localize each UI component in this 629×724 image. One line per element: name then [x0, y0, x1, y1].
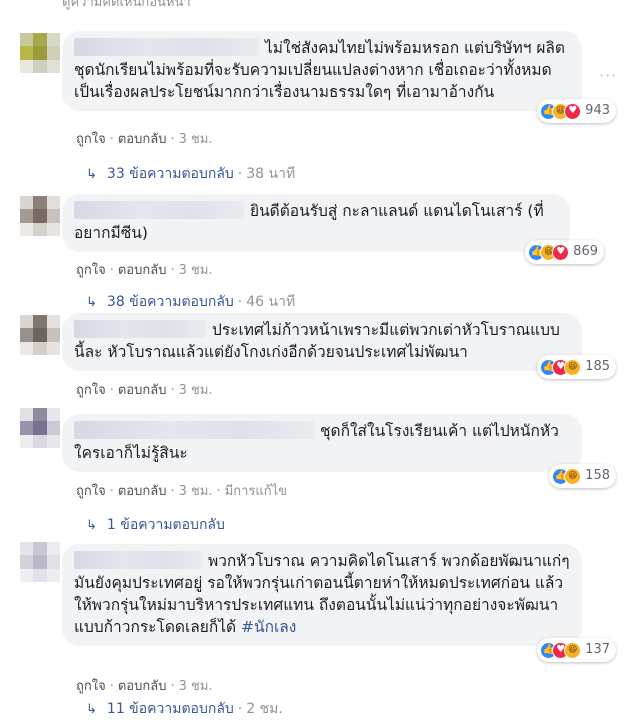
top-cutoff-text[interactable]: ดูความคิดเห็นก่อนหน้า [62, 0, 191, 12]
reply-button[interactable]: ตอบกลับ [118, 383, 167, 398]
love-icon: ♥ [564, 102, 582, 120]
comment-bubble: ประเทศไม่ก้าวหน้าเพราะมีแต่พวกเต่าหัวโบร… [62, 313, 616, 379]
more-options-icon[interactable]: ··· [599, 66, 617, 85]
reaction-summary[interactable]: 👍 ♥ 😆 137 [537, 638, 616, 662]
reply-button[interactable]: ตอบกลับ [118, 132, 167, 147]
reply-button[interactable]: ตอบกลับ [118, 484, 167, 499]
like-button[interactable]: ถูกใจ [76, 679, 106, 694]
avatar[interactable] [20, 542, 60, 582]
commenter-name[interactable] [74, 38, 259, 56]
comment-time[interactable]: 3 ชม. [179, 263, 213, 278]
haha-icon: 😆 [564, 467, 582, 485]
view-replies-link[interactable]: ↳ 1 ข้อความตอบกลับ [86, 514, 225, 536]
avatar[interactable] [20, 33, 60, 73]
view-replies-link[interactable]: ↳ 38 ข้อความตอบกลับ · 46 นาที [86, 291, 295, 313]
haha-icon: 😆 [564, 358, 582, 376]
comment-actions: ถูกใจ · ตอบกลับ · 3 ชม. [76, 263, 213, 278]
like-button[interactable]: ถูกใจ [76, 484, 106, 499]
commenter-name[interactable] [74, 320, 206, 338]
love-icon: ♥ [552, 243, 570, 261]
comment-bubble: พวกหัวโบราณ ความคิดไดโนเสาร์ พวกด้อยพัฒน… [62, 544, 616, 662]
reaction-count: 185 [585, 359, 610, 374]
comment-actions: ถูกใจ · ตอบกลับ · 3 ชม. [76, 132, 213, 147]
reaction-count: 943 [585, 103, 610, 118]
commenter-name[interactable] [74, 551, 202, 569]
reply-arrow-icon: ↳ [86, 518, 97, 533]
reply-arrow-icon: ↳ [86, 167, 97, 182]
comment-actions: ถูกใจ · ตอบกลับ · 3 ชม. [76, 383, 213, 398]
comment-time[interactable]: 3 ชม. [179, 132, 213, 147]
haha-icon: 😆 [564, 641, 582, 659]
reaction-summary[interactable]: 👍 😆 ♥ 943 [537, 99, 616, 123]
reaction-summary[interactable]: 👍 😆 ♥ 869 [525, 240, 604, 264]
view-replies-link[interactable]: ↳ 11 ข้อความตอบกลับ · 2 ชม. [86, 698, 283, 720]
comment-actions: ถูกใจ · ตอบกลับ · 3 ชม. · มีการแก้ไข [76, 484, 288, 499]
comment-time[interactable]: 3 ชม. [179, 484, 213, 499]
reaction-count: 158 [585, 468, 610, 483]
like-button[interactable]: ถูกใจ [76, 383, 106, 398]
comment-bubble: ยินดีต้อนรับสู่ กะลาแลนด์ แดนไดโนเสาร์ (… [62, 194, 604, 264]
commenter-name[interactable] [74, 201, 244, 219]
hashtag-link[interactable]: #นักเลง [241, 618, 296, 636]
reply-button[interactable]: ตอบกลับ [118, 679, 167, 694]
edited-label[interactable]: มีการแก้ไข [225, 484, 287, 499]
reaction-summary[interactable]: 👍 😆 158 [549, 464, 616, 488]
avatar[interactable] [20, 315, 60, 355]
comment-bubble: ไม่ใช่สังคมไทยไม่พร้อมหรอก แต่บริษัทฯ ผล… [62, 31, 616, 123]
comment-time[interactable]: 3 ชม. [179, 679, 213, 694]
avatar[interactable] [20, 196, 60, 236]
comment-bubble: ชุดก็ใส่ในโรงเรียนเค้า แต่ไปหนักหัวใครเอ… [62, 414, 616, 488]
comment-actions: ถูกใจ · ตอบกลับ · 3 ชม. [76, 679, 213, 694]
like-button[interactable]: ถูกใจ [76, 132, 106, 147]
reply-arrow-icon: ↳ [86, 702, 97, 717]
reply-button[interactable]: ตอบกลับ [118, 263, 167, 278]
comment-time[interactable]: 3 ชม. [179, 383, 213, 398]
reaction-count: 137 [585, 642, 610, 657]
view-replies-link[interactable]: ↳ 33 ข้อความตอบกลับ · 38 นาที [86, 163, 295, 185]
reaction-count: 869 [573, 244, 598, 259]
like-button[interactable]: ถูกใจ [76, 263, 106, 278]
reply-arrow-icon: ↳ [86, 295, 97, 310]
reaction-summary[interactable]: 👍 ♥ 😆 185 [537, 355, 616, 379]
commenter-name[interactable] [74, 421, 314, 439]
avatar[interactable] [20, 408, 60, 448]
